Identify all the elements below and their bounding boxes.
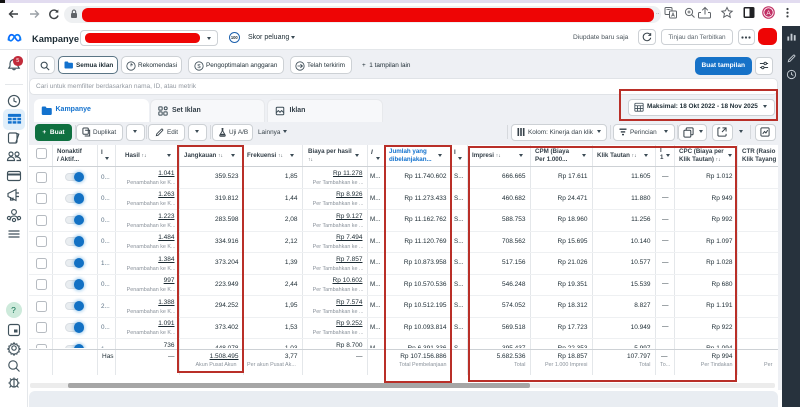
svg-text:$: $ bbox=[197, 64, 201, 70]
svg-text:A: A bbox=[766, 10, 771, 17]
